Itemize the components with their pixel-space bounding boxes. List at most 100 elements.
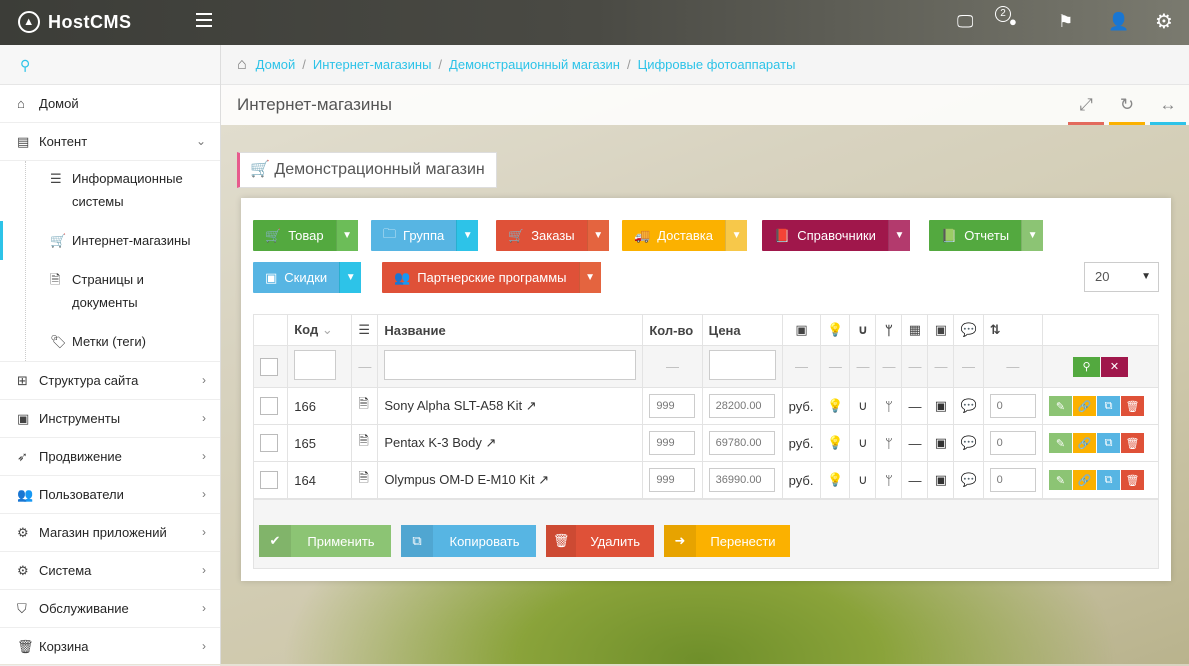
copy-button[interactable]: ⧉ Копировать — [401, 525, 536, 557]
chevron-down-icon[interactable]: ▼ — [339, 262, 362, 293]
sidebar-subitem-pages[interactable]: 🗎 Страницы и документы — [0, 260, 220, 322]
lightbulb-icon[interactable]: 💡 — [820, 424, 851, 462]
sidebar-subitem-tags[interactable]: 🏷 Метки (теги) — [0, 322, 220, 361]
magnet-icon[interactable]: ∪ — [849, 461, 877, 499]
link-icon[interactable]: 🔗 — [1073, 470, 1096, 490]
row-price-input[interactable]: 36990.00 — [708, 468, 775, 492]
chevron-down-icon[interactable]: ▼ — [335, 220, 358, 251]
chevron-down-icon[interactable]: ▼ — [1021, 220, 1044, 251]
partner-programs-button[interactable]: 👥 Партнерские программы ▼ — [382, 262, 601, 293]
table-row[interactable]: 164 🗎 Olympus OM-D E-M10 Kit ↗ 999 36990… — [252, 461, 1159, 499]
comment-icon[interactable]: 💬 — [953, 387, 984, 425]
product-button[interactable]: 🛒 Товар ▼ — [253, 220, 358, 251]
copy-icon[interactable]: ⧉ — [1097, 433, 1120, 453]
row-sort-input[interactable]: 0 — [989, 431, 1036, 455]
row-checkbox[interactable] — [260, 434, 278, 452]
sidebar-item-maintenance[interactable]: ⛉ Обслуживание › — [0, 590, 220, 628]
fork-icon[interactable]: ᛘ — [875, 387, 903, 425]
chevron-down-icon[interactable]: ▼ — [586, 220, 609, 251]
chevron-down-icon[interactable]: ▼ — [578, 262, 601, 293]
page-size-select[interactable]: 20 ▼ — [1084, 262, 1159, 292]
breadcrumb-link-demo-shop[interactable]: Демонстрационный магазин — [449, 57, 620, 72]
home-icon[interactable]: ⌂ — [237, 56, 247, 74]
row-checkbox[interactable] — [260, 397, 278, 415]
fork-icon[interactable]: ᛘ — [875, 461, 903, 499]
move-button[interactable]: ➜ Перенести — [664, 525, 790, 557]
filter-price-input[interactable] — [708, 350, 776, 380]
sidebar-item-structure[interactable]: ⊞ Структура сайта › — [0, 362, 220, 400]
magnet-icon[interactable]: ∪ — [849, 387, 877, 425]
row-qty-input[interactable]: 999 — [649, 468, 696, 492]
filter-clear-button[interactable]: ✕ — [1101, 356, 1128, 377]
copy-icon[interactable]: ⧉ — [1097, 470, 1120, 490]
app-logo[interactable]: ▲ HostCMS — [18, 11, 132, 33]
sidebar-subitem-infosystems[interactable]: ☰ Информационные системы — [0, 161, 220, 221]
filter-code-input[interactable] — [294, 350, 337, 380]
delete-icon[interactable]: 🗑 — [1121, 433, 1144, 453]
money-icon[interactable]: ▣ — [927, 387, 955, 425]
apply-button[interactable]: ✔ Применить — [259, 525, 391, 557]
column-price[interactable]: Цена — [701, 314, 783, 346]
references-button[interactable]: 📕 Справочники ▼ — [762, 220, 910, 251]
monitor-icon[interactable]: 🖵 — [957, 12, 973, 32]
discounts-button[interactable]: ▣ Скидки ▼ — [253, 262, 362, 293]
money-icon[interactable]: ▣ — [927, 424, 955, 462]
filter-name-input[interactable] — [384, 350, 637, 380]
column-name[interactable]: Название — [377, 314, 644, 346]
delete-button[interactable]: 🗑 Удалить — [546, 525, 654, 557]
column-code[interactable]: Код ⌄ — [287, 314, 353, 346]
copy-icon[interactable]: ⧉ — [1097, 396, 1120, 416]
chevron-down-icon[interactable]: ▼ — [456, 220, 479, 251]
menu-toggle-icon[interactable] — [196, 13, 212, 27]
lightbulb-icon[interactable]: 💡 — [820, 387, 851, 425]
settings-gear-icon[interactable]: ⚙ — [1155, 9, 1173, 34]
sidebar-subitem-shops[interactable]: 🛒 Интернет-магазины — [0, 221, 220, 260]
sidebar-search[interactable]: ⚲ — [0, 45, 220, 85]
sidebar-item-trash[interactable]: 🗑 Корзина › — [0, 628, 220, 666]
link-icon[interactable]: 🔗 — [1073, 396, 1096, 416]
row-sort-input[interactable]: 0 — [989, 468, 1036, 492]
row-qty-input[interactable]: 999 — [649, 394, 696, 418]
row-checkbox[interactable] — [260, 471, 278, 489]
table-row[interactable]: 165 🗎 Pentax K-3 Body ↗ 999 69780.00 руб… — [252, 424, 1159, 462]
sidebar-item-system[interactable]: ⚙ Система › — [0, 552, 220, 590]
sidebar-item-content[interactable]: ▤ Контент ⌄ — [0, 123, 220, 161]
table-row[interactable]: 166 🗎 Sony Alpha SLT-A58 Kit ↗ 999 28200… — [252, 387, 1159, 425]
money-icon[interactable]: ▣ — [927, 461, 955, 499]
breadcrumb-link-cameras[interactable]: Цифровые фотоаппараты — [638, 57, 796, 72]
chevron-down-icon[interactable]: ▼ — [887, 220, 910, 251]
sidebar-item-promotion[interactable]: ➶ Продвижение › — [0, 438, 220, 476]
column-qty[interactable]: Кол-во — [642, 314, 703, 346]
comment-icon[interactable]: 💬 — [953, 461, 984, 499]
row-name[interactable]: Sony Alpha SLT-A58 Kit ↗ — [377, 387, 644, 425]
breadcrumb-link-shops[interactable]: Интернет-магазины — [313, 57, 432, 72]
breadcrumb-link-home[interactable]: Домой — [256, 57, 296, 72]
notifications-icon[interactable]: ● — [1009, 14, 1017, 29]
select-all-checkbox[interactable] — [260, 357, 278, 376]
orders-button[interactable]: 🛒 Заказы ▼ — [496, 220, 609, 251]
lightbulb-icon[interactable]: 💡 — [820, 461, 851, 499]
sidebar-item-users[interactable]: 👥 Пользователи › — [0, 476, 220, 514]
edit-icon[interactable]: ✎ — [1049, 396, 1072, 416]
refresh-icon[interactable]: ↻ — [1109, 85, 1145, 125]
user-icon[interactable]: 👤 — [1108, 12, 1129, 32]
delivery-button[interactable]: 🚚 Доставка ▼ — [622, 220, 748, 251]
edit-icon[interactable]: ✎ — [1049, 433, 1072, 453]
link-icon[interactable]: 🔗 — [1073, 433, 1096, 453]
sidebar-item-home[interactable]: ⌂ Домой — [0, 85, 220, 123]
magnet-icon[interactable]: ∪ — [849, 424, 877, 462]
row-name[interactable]: Olympus OM-D E-M10 Kit ↗ — [377, 461, 644, 499]
row-sort-input[interactable]: 0 — [989, 394, 1036, 418]
sidebar-item-appstore[interactable]: ⚙ Магазин приложений › — [0, 514, 220, 552]
comment-icon[interactable]: 💬 — [953, 424, 984, 462]
fork-icon[interactable]: ᛘ — [875, 424, 903, 462]
fullscreen-icon[interactable]: ⤢.pagehead .hbtn:nth-of-type(2)::after{b… — [1068, 85, 1104, 125]
row-name[interactable]: Pentax K-3 Body ↗ — [377, 424, 644, 462]
delete-icon[interactable]: 🗑 — [1121, 396, 1144, 416]
group-button[interactable]: 🗀 Группа ▼ — [371, 220, 479, 251]
row-price-input[interactable]: 28200.00 — [708, 394, 775, 418]
delete-icon[interactable]: 🗑 — [1121, 470, 1144, 490]
sidebar-item-tools[interactable]: ▣ Инструменты › — [0, 400, 220, 438]
flag-icon[interactable]: ⚑ — [1058, 12, 1073, 32]
expand-width-icon[interactable]: ↔ — [1150, 85, 1186, 125]
